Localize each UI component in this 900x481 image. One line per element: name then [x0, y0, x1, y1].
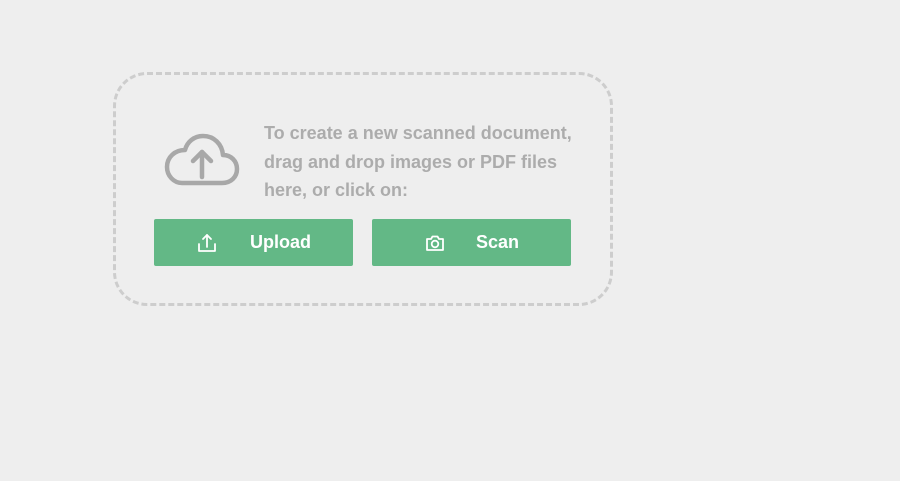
scan-button[interactable]: Scan [372, 219, 571, 266]
camera-icon [424, 232, 446, 254]
cloud-upload-icon [164, 131, 240, 187]
dropzone-instructions: To create a new scanned document, drag a… [264, 123, 572, 200]
upload-tray-icon [196, 232, 218, 254]
scan-button-label: Scan [475, 232, 520, 252]
upload-button[interactable]: Upload [154, 219, 353, 266]
drop-zone[interactable]: To create a new scanned document, drag a… [113, 72, 613, 306]
upload-button-label: Upload [250, 232, 311, 252]
